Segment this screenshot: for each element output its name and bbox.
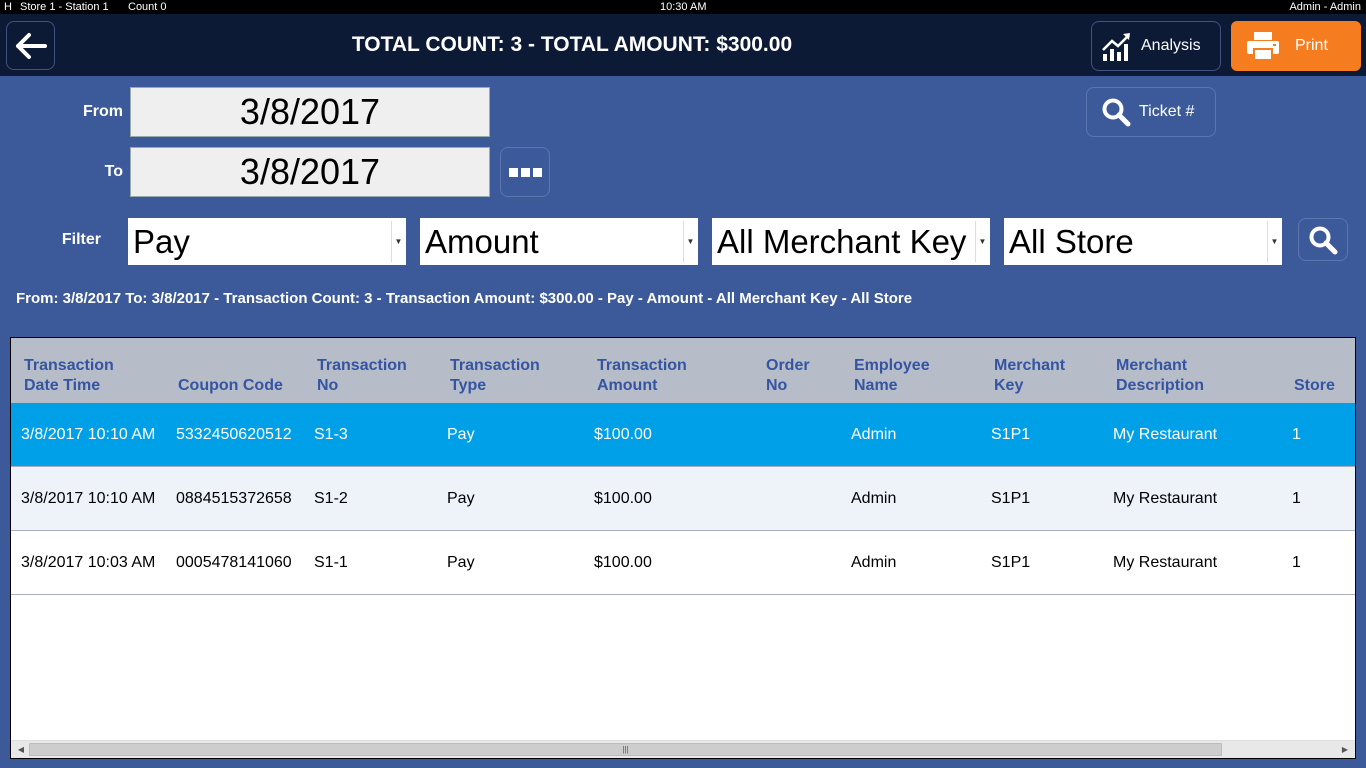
cell-transaction-type: Pay xyxy=(447,490,475,507)
search-icon xyxy=(1102,98,1131,127)
scrollbar-thumb[interactable]: ||| xyxy=(29,743,1222,756)
cell-transaction-no: S1-2 xyxy=(314,490,348,507)
cell-amount: $100.00 xyxy=(594,490,652,507)
search-icon xyxy=(1309,226,1338,254)
back-arrow-icon xyxy=(15,32,47,59)
from-date-field[interactable]: 3/8/2017 xyxy=(130,87,490,137)
transaction-type-select[interactable]: Pay ▼ xyxy=(128,218,406,265)
cell-datetime: 3/8/2017 10:10 AM xyxy=(21,426,156,443)
column-header[interactable]: Coupon Code xyxy=(178,376,283,396)
cell-coupon-code: 5332450620512 xyxy=(176,426,292,443)
chevron-down-icon: ▼ xyxy=(975,221,989,262)
amount-value: Amount xyxy=(425,223,539,260)
amount-select[interactable]: Amount ▼ xyxy=(420,218,698,265)
back-button[interactable] xyxy=(6,21,55,70)
date-range-more-button[interactable] xyxy=(500,147,550,197)
cell-merchant-description: My Restaurant xyxy=(1113,554,1218,571)
to-date-field[interactable]: 3/8/2017 xyxy=(130,147,490,197)
cell-merchant-key: S1P1 xyxy=(991,554,1031,571)
cell-transaction-no: S1-1 xyxy=(314,554,348,571)
scroll-right-icon[interactable]: ▶ xyxy=(1337,741,1353,758)
status-count: Count 0 xyxy=(128,1,167,13)
cell-transaction-type: Pay xyxy=(447,426,475,443)
chevron-down-icon: ▼ xyxy=(1267,221,1281,262)
status-time: 10:30 AM xyxy=(660,1,707,13)
header-bar: TOTAL COUNT: 3 - TOTAL AMOUNT: $300.00 A… xyxy=(0,14,1366,76)
store-select[interactable]: All Store ▼ xyxy=(1004,218,1282,265)
horizontal-scrollbar[interactable]: ◀ ||| ▶ xyxy=(11,740,1355,758)
cell-merchant-key: S1P1 xyxy=(991,426,1031,443)
status-store-station: Store 1 - Station 1 xyxy=(20,1,109,13)
analysis-label: Analysis xyxy=(1141,37,1201,54)
cell-amount: $100.00 xyxy=(594,426,652,443)
scroll-left-icon[interactable]: ◀ xyxy=(13,741,29,758)
page-title: TOTAL COUNT: 3 - TOTAL AMOUNT: $300.00 xyxy=(351,33,793,56)
merchant-key-select[interactable]: All Merchant Key ▼ xyxy=(712,218,990,265)
status-h: H xyxy=(4,1,12,13)
print-button[interactable]: Print xyxy=(1231,21,1361,71)
column-header[interactable]: Store xyxy=(1294,376,1335,396)
column-header[interactable]: Merchant Key xyxy=(994,356,1065,396)
table-row[interactable]: 3/8/2017 10:10 AM 5332450620512 S1-3 Pay… xyxy=(11,403,1355,467)
cell-coupon-code: 0005478141060 xyxy=(176,554,292,571)
ticket-label: Ticket # xyxy=(1139,103,1195,120)
cell-merchant-description: My Restaurant xyxy=(1113,490,1218,507)
cell-coupon-code: 0884515372658 xyxy=(176,490,292,507)
chevron-down-icon: ▼ xyxy=(391,221,405,262)
cell-store: 1 xyxy=(1292,490,1301,507)
table-row[interactable]: 3/8/2017 10:10 AM 0884515372658 S1-2 Pay… xyxy=(11,467,1355,531)
column-header[interactable]: Transaction No xyxy=(317,356,407,396)
transaction-type-value: Pay xyxy=(133,223,190,260)
column-header[interactable]: Transaction Amount xyxy=(597,356,687,396)
status-user: Admin - Admin xyxy=(1289,1,1361,13)
status-bar: H Store 1 - Station 1 Count 0 10:30 AM A… xyxy=(0,0,1366,14)
merchant-key-value: All Merchant Key xyxy=(717,223,967,260)
analysis-chart-icon xyxy=(1102,33,1130,61)
cell-amount: $100.00 xyxy=(594,554,652,571)
print-label: Print xyxy=(1295,37,1328,54)
cell-store: 1 xyxy=(1292,426,1301,443)
cell-datetime: 3/8/2017 10:03 AM xyxy=(21,554,156,571)
cell-datetime: 3/8/2017 10:10 AM xyxy=(21,490,156,507)
to-label: To xyxy=(104,163,123,180)
cell-store: 1 xyxy=(1292,554,1301,571)
cell-transaction-type: Pay xyxy=(447,554,475,571)
column-header[interactable]: Transaction Date Time xyxy=(24,356,114,396)
filter-label: Filter xyxy=(61,231,101,248)
column-header[interactable]: Employee Name xyxy=(854,356,930,396)
printer-icon xyxy=(1247,32,1279,61)
from-label: From xyxy=(83,103,123,120)
cell-employee: Admin xyxy=(851,426,897,443)
filter-summary: From: 3/8/2017 To: 3/8/2017 - Transactio… xyxy=(16,290,913,307)
cell-employee: Admin xyxy=(851,490,897,507)
cell-merchant-description: My Restaurant xyxy=(1113,426,1218,443)
table-header: Transaction Date Time Coupon Code Transac… xyxy=(11,338,1355,403)
column-header[interactable]: Merchant Description xyxy=(1116,356,1204,396)
analysis-button[interactable]: Analysis xyxy=(1091,21,1221,71)
chevron-down-icon: ▼ xyxy=(683,221,697,262)
transactions-table: Transaction Date Time Coupon Code Transac… xyxy=(10,337,1356,759)
ticket-search-button[interactable]: Ticket # xyxy=(1086,87,1216,137)
table-row[interactable]: 3/8/2017 10:03 AM 0005478141060 S1-1 Pay… xyxy=(11,531,1355,595)
store-value: All Store xyxy=(1009,223,1134,260)
column-header[interactable]: Transaction Type xyxy=(450,356,540,396)
column-header[interactable]: Order No xyxy=(766,356,810,396)
cell-transaction-no: S1-3 xyxy=(314,426,348,443)
ellipsis-icon xyxy=(508,167,518,177)
cell-employee: Admin xyxy=(851,554,897,571)
filter-search-button[interactable] xyxy=(1298,218,1348,261)
cell-merchant-key: S1P1 xyxy=(991,490,1031,507)
